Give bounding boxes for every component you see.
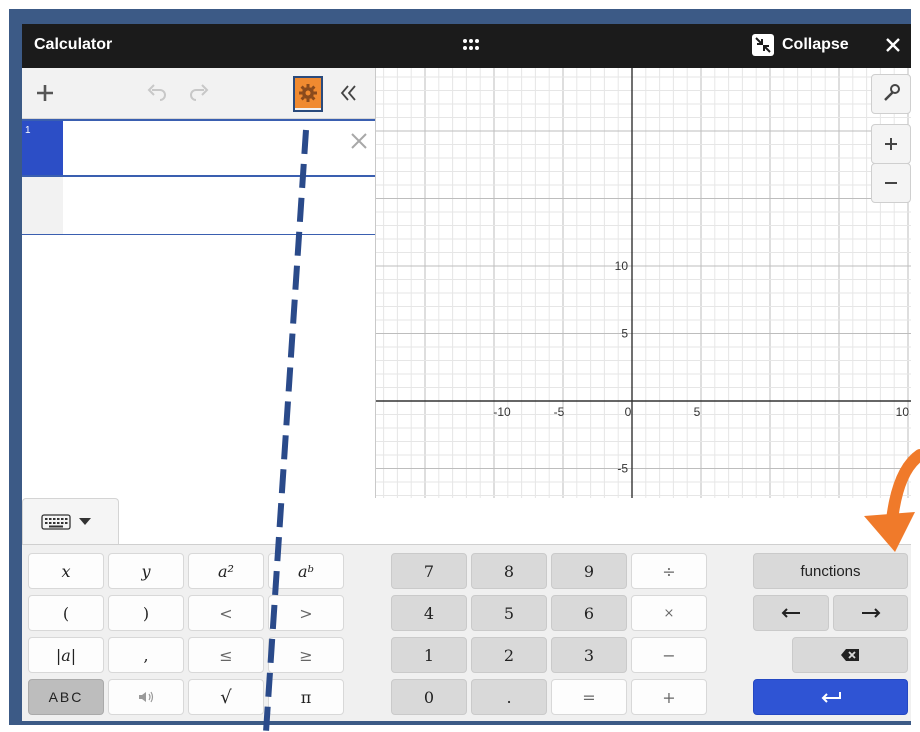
- key-left-paren[interactable]: (: [28, 595, 104, 631]
- x-tick-label: 10: [896, 405, 910, 419]
- arrow-left-icon: [781, 608, 800, 618]
- key-less-equal[interactable]: ≤: [188, 637, 264, 673]
- wrench-icon: [884, 84, 900, 101]
- audio-trace-button[interactable]: [108, 679, 184, 715]
- close-icon[interactable]: [880, 32, 906, 58]
- zoom-in-button[interactable]: [871, 124, 911, 164]
- functions-button[interactable]: functions: [753, 553, 908, 589]
- expression-index: [22, 177, 63, 234]
- app-title: Calculator: [34, 36, 113, 53]
- keyboard-icon: [41, 514, 71, 530]
- hide-panel-chevrons-icon[interactable]: [338, 83, 360, 103]
- key-5[interactable]: 5: [471, 595, 547, 631]
- x-tick-label: 0: [625, 405, 632, 419]
- y-tick-label: 10: [615, 259, 629, 273]
- arrow-right-icon: [861, 608, 880, 618]
- key-7[interactable]: 7: [391, 553, 467, 589]
- collapse-icon: [752, 34, 774, 56]
- key-divide[interactable]: ÷: [631, 553, 707, 589]
- key-2[interactable]: 2: [471, 637, 547, 673]
- collapse-button[interactable]: Collapse: [752, 30, 849, 60]
- collapse-label: Collapse: [782, 36, 849, 53]
- expression-index: 1: [22, 121, 63, 175]
- backspace-button[interactable]: [792, 637, 908, 673]
- zoom-out-button[interactable]: [871, 163, 911, 203]
- key-y[interactable]: y: [108, 553, 184, 589]
- drag-handle-icon[interactable]: [458, 32, 484, 58]
- speaker-icon: [139, 691, 154, 703]
- key-8[interactable]: 8: [471, 553, 547, 589]
- title-bar: Calculator Collapse: [22, 24, 911, 68]
- calculator-app: Calculator Collapse 1 -10 -5 0 5 10 10 5…: [22, 24, 911, 721]
- key-comma[interactable]: ,: [108, 637, 184, 673]
- add-expression-icon[interactable]: [34, 82, 56, 104]
- y-tick-label: 5: [621, 327, 628, 341]
- key-less-than[interactable]: <: [188, 595, 264, 631]
- cursor-right-button[interactable]: [833, 595, 908, 631]
- graph-paper[interactable]: -10 -5 0 5 10 10 5 -5: [376, 68, 911, 498]
- expression-row[interactable]: 1: [22, 119, 375, 177]
- plus-icon: [885, 138, 897, 150]
- key-greater-than[interactable]: >: [268, 595, 344, 631]
- cursor-left-button[interactable]: [753, 595, 829, 631]
- backspace-icon: [841, 649, 859, 661]
- key-a-power-b[interactable]: aᵇ: [268, 553, 344, 589]
- expression-panel: 1: [22, 68, 376, 498]
- enter-button[interactable]: [753, 679, 908, 715]
- key-decimal[interactable]: .: [471, 679, 547, 715]
- key-plus[interactable]: +: [631, 679, 707, 715]
- key-equals[interactable]: =: [551, 679, 627, 715]
- key-minus[interactable]: −: [631, 637, 707, 673]
- expression-toolbar: [22, 68, 375, 119]
- keyboard-toggle-button[interactable]: [22, 498, 119, 544]
- key-0[interactable]: 0: [391, 679, 467, 715]
- key-6[interactable]: 6: [551, 595, 627, 631]
- key-4[interactable]: 4: [391, 595, 467, 631]
- key-a-squared[interactable]: a²: [188, 553, 264, 589]
- graph-grid: -10 -5 0 5 10 10 5 -5: [376, 68, 911, 498]
- settings-gear-icon[interactable]: [295, 78, 321, 108]
- graph-settings-button[interactable]: [871, 74, 911, 114]
- expression-input[interactable]: [63, 121, 345, 175]
- key-1[interactable]: 1: [391, 637, 467, 673]
- enter-icon: [821, 692, 841, 703]
- keypad: x y a² aᵇ 7 8 9 ÷ functions ( ) < > 4 5 …: [22, 544, 911, 721]
- x-tick-label: -5: [554, 405, 565, 419]
- key-square-root[interactable]: √: [188, 679, 264, 715]
- expression-input[interactable]: [63, 177, 345, 234]
- delete-expression-icon[interactable]: [349, 131, 369, 151]
- chevron-down-icon: [79, 518, 91, 525]
- minus-icon: [885, 182, 897, 184]
- key-3[interactable]: 3: [551, 637, 627, 673]
- key-absolute-value[interactable]: |a|: [28, 637, 104, 673]
- x-tick-label: 5: [694, 405, 701, 419]
- key-pi[interactable]: π: [268, 679, 344, 715]
- redo-icon[interactable]: [188, 83, 210, 103]
- key-greater-equal[interactable]: ≥: [268, 637, 344, 673]
- key-right-paren[interactable]: ): [108, 595, 184, 631]
- expression-row[interactable]: [22, 177, 375, 235]
- key-abc[interactable]: ABC: [28, 679, 104, 715]
- key-x[interactable]: x: [28, 553, 104, 589]
- key-multiply[interactable]: ×: [631, 595, 707, 631]
- x-tick-label: -10: [493, 405, 511, 419]
- y-tick-label: -5: [617, 462, 628, 476]
- undo-icon[interactable]: [146, 83, 168, 103]
- key-9[interactable]: 9: [551, 553, 627, 589]
